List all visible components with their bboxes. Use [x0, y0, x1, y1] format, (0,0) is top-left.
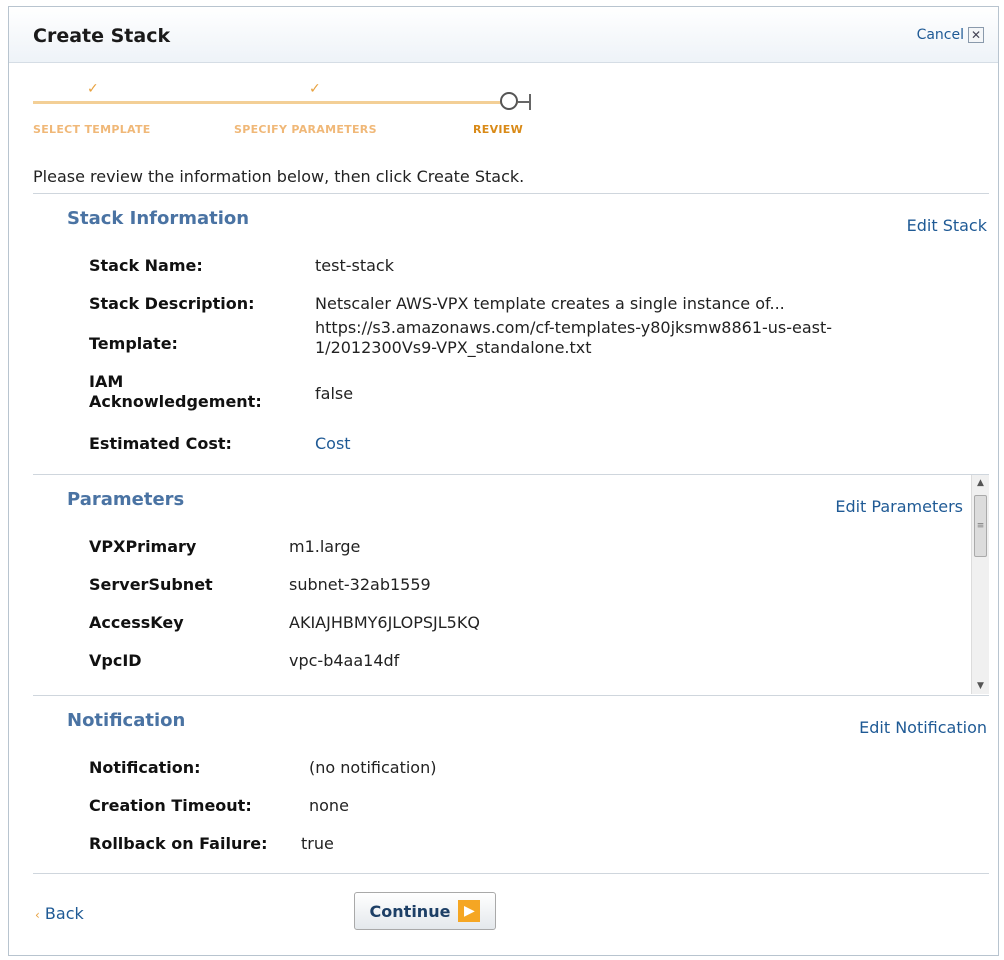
cost-link[interactable]: Cost [315, 434, 351, 453]
edit-parameters-link[interactable]: Edit Parameters [835, 497, 963, 516]
row-label: Stack Name: [89, 256, 203, 275]
step-label-select-template: SELECT TEMPLATE [33, 123, 151, 136]
section-title: Parameters [67, 489, 185, 510]
edit-notification-link[interactable]: Edit Notification [859, 718, 987, 737]
param-value: AKIAJHBMY6JLOPSJL5KQ [289, 613, 480, 632]
footer-divider [33, 873, 989, 874]
row-label: Creation Timeout: [89, 796, 252, 815]
back-label[interactable]: Back [45, 904, 84, 923]
row-label: ServerSubnet [89, 575, 213, 594]
step-label-review: REVIEW [473, 123, 524, 136]
step-done-check-icon: ✓ [87, 81, 99, 97]
scrollbar-thumb[interactable]: ≡ [974, 495, 987, 557]
cancel-label[interactable]: Cancel [917, 27, 964, 43]
parameters-section: Parameters Edit Parameters VPXPrimary m1… [33, 474, 989, 694]
rollback-value: true [301, 834, 334, 853]
notification-section: Notification Edit Notification Notificat… [33, 695, 989, 865]
scroll-up-arrow-icon[interactable]: ▲ [972, 475, 989, 491]
section-title: Notification [67, 710, 186, 731]
cancel-button[interactable]: Cancel ✕ [917, 27, 984, 43]
param-value: vpc-b4aa14df [289, 651, 400, 670]
arrow-right-icon[interactable]: ▶ [458, 900, 481, 922]
stack-name-value: test-stack [315, 256, 394, 275]
section-title: Stack Information [67, 208, 250, 229]
row-label: Template: [89, 334, 178, 353]
param-value: m1.large [289, 537, 361, 556]
scroll-down-arrow-icon[interactable]: ▼ [972, 678, 989, 694]
dialog-title: Create Stack [33, 25, 171, 47]
back-link[interactable]: ‹ Back [35, 904, 84, 923]
stack-information-section: Stack Information Edit Stack Stack Name:… [33, 193, 989, 473]
row-label: AccessKey [89, 613, 184, 632]
wizard-progress: ✓ ✓ SELECT TEMPLATE SPECIFY PARAMETERS R… [33, 79, 553, 149]
step-label-specify-parameters: SPECIFY PARAMETERS [234, 123, 377, 136]
intro-text: Please review the information below, the… [33, 167, 525, 186]
param-value: subnet-32ab1559 [289, 575, 431, 594]
chevron-left-icon[interactable]: ‹ [35, 908, 40, 922]
row-label: VPXPrimary [89, 537, 197, 556]
row-label: Rollback on Failure: [89, 834, 268, 853]
current-step-circle-icon [500, 92, 518, 110]
stack-description-value: Netscaler AWS-VPX template creates a sin… [315, 294, 785, 313]
row-label: Notification: [89, 758, 201, 777]
notification-value: (no notification) [309, 758, 437, 777]
edit-stack-link[interactable]: Edit Stack [907, 216, 987, 235]
continue-label[interactable]: Continue [370, 902, 451, 921]
parameters-scrollbar[interactable]: ▲ ≡ ▼ [971, 475, 989, 694]
step-done-check-icon: ✓ [309, 81, 321, 97]
row-label: Acknowledgement: [89, 392, 262, 411]
create-stack-dialog: Create Stack Cancel ✕ ✓ ✓ SELECT TEMPLAT… [8, 6, 999, 956]
close-icon[interactable]: ✕ [968, 27, 984, 43]
dialog-titlebar: Create Stack Cancel ✕ [9, 7, 998, 63]
template-url-line1: https://s3.amazonaws.com/cf-templates-y8… [315, 318, 833, 337]
row-label: Estimated Cost: [89, 434, 232, 453]
iam-ack-value: false [315, 384, 354, 403]
template-url-line2: 1/2012300Vs9-VPX_standalone.txt [315, 338, 592, 357]
row-label: VpcID [89, 651, 142, 670]
creation-timeout-value: none [309, 796, 349, 815]
row-label: Stack Description: [89, 294, 255, 313]
row-label: IAM [89, 372, 124, 391]
continue-button[interactable]: Continue ▶ [354, 892, 496, 930]
progress-line [33, 101, 518, 104]
progress-line-end [529, 94, 531, 110]
